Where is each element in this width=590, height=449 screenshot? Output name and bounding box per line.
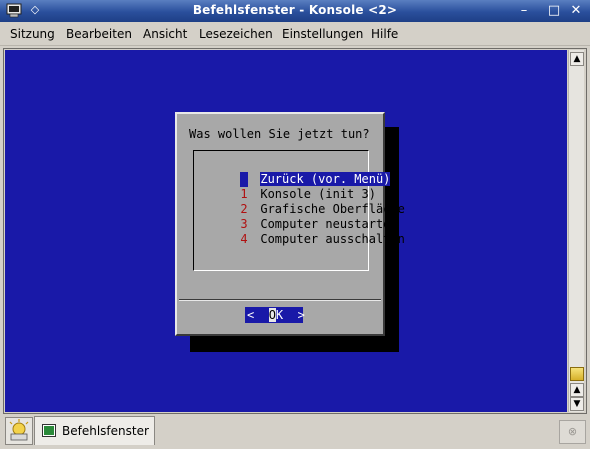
menu-hilfe[interactable]: Hilfe <box>371 27 398 41</box>
menu-option-grafisch[interactable]: 2 Grafische Oberfläche <box>197 187 405 216</box>
menu-option-neustarten[interactable]: 3 Computer neustarten <box>197 202 397 231</box>
dialog-question: Was wollen Sie jetzt tun? <box>189 127 370 141</box>
window-title: Befehlsfenster - Konsole <2> <box>192 3 398 17</box>
tab-label: Befehlsfenster <box>62 424 149 438</box>
session-tab-bar: Befehlsfenster ⊗ <box>0 414 590 449</box>
window-titlebar[interactable]: ◇ Befehlsfenster - Konsole <2> – □ ✕ <box>0 0 590 22</box>
tab-befehlsfenster[interactable]: Befehlsfenster <box>34 416 155 445</box>
ok-hotkey: O <box>268 308 276 322</box>
menu-ansicht[interactable]: Ansicht <box>143 27 187 41</box>
menu-bar: Sitzung Bearbeiten Ansicht Lesezeichen E… <box>0 22 590 46</box>
scroll-up-button[interactable]: ▲ <box>570 52 584 66</box>
vertical-scrollbar[interactable]: ▲ ▲ ▼ <box>568 50 584 412</box>
dialog-separator <box>179 299 381 301</box>
option-tag: 4 <box>240 232 248 246</box>
menu-sitzung[interactable]: Sitzung <box>10 27 55 41</box>
ok-left: < <box>247 308 269 322</box>
maximize-button[interactable]: □ <box>546 3 562 19</box>
menu-option-ausschalten[interactable]: 4 Computer ausschalten <box>197 217 405 246</box>
terminal-tab-icon <box>42 424 56 437</box>
menu-option-zurueck[interactable]: Zurück (vor. Menü) <box>197 157 391 187</box>
new-session-icon <box>9 419 29 441</box>
minimize-button[interactable]: – <box>516 3 532 19</box>
ok-right: K > <box>275 308 305 322</box>
menu-dialog: Was wollen Sie jetzt tun? Zurück (vor. M… <box>175 112 405 336</box>
close-session-button[interactable]: ⊗ <box>559 420 586 444</box>
option-label: Computer ausschalten <box>260 232 405 246</box>
menu-einstellungen[interactable]: Einstellungen <box>282 27 363 41</box>
menu-lesezeichen[interactable]: Lesezeichen <box>199 27 273 41</box>
scroll-up-button-lower[interactable]: ▲ <box>570 383 584 397</box>
close-button[interactable]: ✕ <box>568 3 584 19</box>
menu-bearbeiten[interactable]: Bearbeiten <box>66 27 132 41</box>
menu-listbox[interactable]: Zurück (vor. Menü) 1 Konsole (init 3) 2 Gr… <box>193 150 405 271</box>
scroll-thumb[interactable] <box>570 367 584 381</box>
scroll-down-button[interactable]: ▼ <box>570 397 584 411</box>
ok-button[interactable]: < OK > <box>245 307 305 323</box>
new-session-button[interactable] <box>5 417 33 445</box>
menu-option-konsole[interactable]: 1 Konsole (init 3) <box>197 172 376 201</box>
